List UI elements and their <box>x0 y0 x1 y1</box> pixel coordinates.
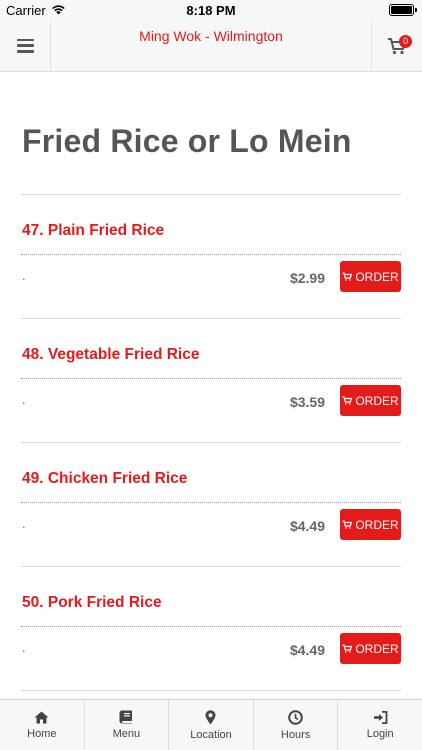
menu-item: 47. Plain Fried Rice . $2.99 ORDER <box>21 195 401 319</box>
clock-icon <box>288 709 303 725</box>
order-button[interactable]: ORDER <box>340 509 401 540</box>
item-price: $4.49 <box>289 518 325 534</box>
menu-item: 50. Pork Fried Rice . $4.49 ORDER <box>21 567 401 691</box>
order-label: ORDER <box>355 393 399 408</box>
dotted-divider <box>21 626 401 627</box>
tab-home-label: Home <box>27 727 57 740</box>
item-description: . <box>22 640 26 655</box>
item-price: $3.59 <box>289 394 325 410</box>
order-button[interactable]: ORDER <box>340 385 401 416</box>
restaurant-title: Ming Wok - Wilmington <box>139 28 283 44</box>
menu-content[interactable]: Fried Rice or Lo Mein 47. Plain Fried Ri… <box>0 73 422 699</box>
tab-home[interactable]: Home <box>0 700 85 750</box>
item-description: . <box>22 268 26 283</box>
order-label: ORDER <box>355 269 399 284</box>
order-button[interactable]: ORDER <box>340 633 401 664</box>
tab-hours-label: Hours <box>280 728 311 741</box>
book-icon <box>119 710 133 724</box>
map-pin-icon <box>205 709 216 724</box>
battery-icon <box>389 4 417 16</box>
order-button[interactable]: ORDER <box>340 261 401 292</box>
item-price: $4.49 <box>289 642 325 658</box>
item-name: 48. Vegetable Fried Rice <box>22 346 200 363</box>
menu-button[interactable] <box>0 20 51 71</box>
item-description: . <box>22 392 26 407</box>
tab-menu[interactable]: Menu <box>85 700 170 750</box>
dotted-divider <box>21 378 401 379</box>
page-title: Fried Rice or Lo Mein <box>22 123 352 159</box>
cart-icon <box>342 520 353 529</box>
status-bar: Carrier 8:18 PM <box>0 0 422 20</box>
tab-login[interactable]: Login <box>338 700 422 750</box>
login-icon <box>373 710 388 724</box>
menu-item: 48. Vegetable Fried Rice . $3.59 ORDER <box>21 319 401 443</box>
cart-icon <box>342 396 353 405</box>
item-price: $2.99 <box>289 270 325 286</box>
tab-login-label: Login <box>366 727 394 740</box>
item-name: 47. Plain Fried Rice <box>22 222 165 239</box>
menu-item: 49. Chicken Fried Rice . $4.49 ORDER <box>21 443 401 567</box>
cart-icon <box>342 644 353 653</box>
dotted-divider <box>21 502 401 503</box>
tab-menu-label: Menu <box>112 728 141 740</box>
item-description: . <box>22 516 26 531</box>
tab-location-label: Location <box>190 728 232 741</box>
cart-icon <box>342 272 353 281</box>
order-label: ORDER <box>355 517 399 532</box>
item-name: 49. Chicken Fried Rice <box>22 470 188 487</box>
dotted-divider <box>21 254 401 255</box>
app-header: Ming Wok - Wilmington 0 <box>0 20 422 72</box>
order-label: ORDER <box>355 641 399 656</box>
cart-count-badge: 0 <box>399 35 412 48</box>
item-name: 50. Pork Fried Rice <box>22 594 162 611</box>
bottom-tab-bar: Home Menu Location Hours Login <box>0 699 422 750</box>
status-time: 8:18 PM <box>186 3 236 18</box>
cart-button[interactable]: 0 <box>371 20 422 71</box>
tab-hours[interactable]: Hours <box>254 700 339 750</box>
home-icon <box>34 711 49 723</box>
tab-location[interactable]: Location <box>169 700 254 750</box>
hamburger-menu-icon <box>16 38 34 53</box>
